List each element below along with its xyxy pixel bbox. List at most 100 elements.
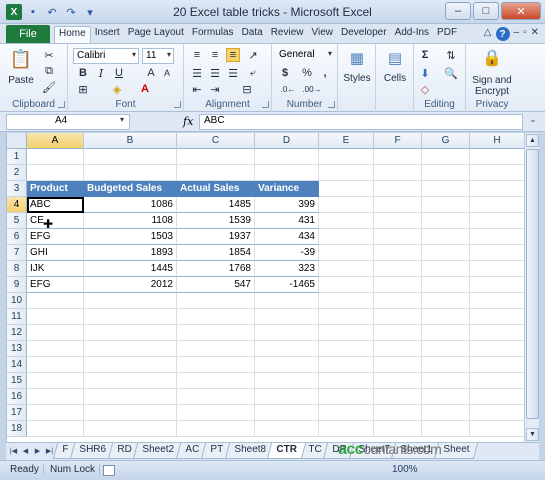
cell-f7[interactable] <box>374 245 422 261</box>
cell-a16[interactable] <box>27 389 84 405</box>
encrypt-label[interactable]: Encrypt <box>466 85 518 97</box>
vertical-scrollbar[interactable]: ▲ ▼ <box>524 133 539 442</box>
cell-f14[interactable] <box>374 357 422 373</box>
cell-d6[interactable]: 434 <box>255 229 319 245</box>
comma-style-icon[interactable]: , <box>318 66 332 80</box>
cell-g7[interactable] <box>422 245 470 261</box>
cell-c6[interactable]: 1937 <box>177 229 255 245</box>
cell-h8[interactable] <box>470 261 524 277</box>
cell-d3[interactable]: Variance <box>255 181 319 197</box>
cell-h16[interactable] <box>470 389 524 405</box>
row-header-9[interactable]: 9 <box>7 277 27 293</box>
italic-icon[interactable]: I <box>94 66 108 80</box>
cell-d14[interactable] <box>255 357 319 373</box>
cell-e1[interactable] <box>319 149 374 165</box>
maximize-button[interactable]: □ <box>473 2 499 20</box>
cell-d17[interactable] <box>255 405 319 421</box>
decrease-indent-icon[interactable]: ⇤ <box>190 82 204 96</box>
cell-b18[interactable] <box>84 421 177 437</box>
cell-a8[interactable]: IJK <box>27 261 84 277</box>
cell-a18[interactable] <box>27 421 84 437</box>
cell-c8[interactable]: 1768 <box>177 261 255 277</box>
tab-developer[interactable]: Developer <box>337 26 391 43</box>
cells-button[interactable]: Cells <box>378 72 412 84</box>
cell-h18[interactable] <box>470 421 524 437</box>
cell-g15[interactable] <box>422 373 470 389</box>
column-header-a[interactable]: A <box>27 133 84 149</box>
cell-a1[interactable] <box>27 149 84 165</box>
cell-h5[interactable] <box>470 213 524 229</box>
cell-h11[interactable] <box>470 309 524 325</box>
cell-f11[interactable] <box>374 309 422 325</box>
cell-a11[interactable] <box>27 309 84 325</box>
minimize-ribbon-icon[interactable]: △ <box>484 27 492 41</box>
minimize-button[interactable]: – <box>445 2 471 20</box>
percent-icon[interactable]: % <box>300 66 314 80</box>
first-sheet-icon[interactable]: |◀ <box>8 445 19 458</box>
cell-c13[interactable] <box>177 341 255 357</box>
format-painter-icon[interactable]: 🖌 <box>42 80 56 94</box>
cell-a15[interactable] <box>27 373 84 389</box>
cell-d15[interactable] <box>255 373 319 389</box>
cell-d10[interactable] <box>255 293 319 309</box>
cell-c5[interactable]: 1539 <box>177 213 255 229</box>
cell-h3[interactable] <box>470 181 524 197</box>
number-format-select[interactable]: General <box>276 48 334 64</box>
cell-e10[interactable] <box>319 293 374 309</box>
fill-color-icon[interactable]: ◈ <box>110 82 124 96</box>
font-color-icon[interactable]: A <box>138 82 152 96</box>
cell-a5[interactable]: CE <box>27 213 84 229</box>
cell-b9[interactable]: 2012 <box>84 277 177 293</box>
cell-f2[interactable] <box>374 165 422 181</box>
cell-f5[interactable] <box>374 213 422 229</box>
ribbon-minimize-icon[interactable]: – <box>514 27 520 41</box>
column-header-f[interactable]: F <box>374 133 422 149</box>
cell-e11[interactable] <box>319 309 374 325</box>
cell-c1[interactable] <box>177 149 255 165</box>
tab-page-layout[interactable]: Page Layout <box>124 26 188 43</box>
cell-e6[interactable] <box>319 229 374 245</box>
alignment-launcher-icon[interactable] <box>262 101 269 108</box>
cell-g10[interactable] <box>422 293 470 309</box>
clear-icon[interactable]: ◇ <box>418 82 432 96</box>
cell-b7[interactable]: 1893 <box>84 245 177 261</box>
cell-g8[interactable] <box>422 261 470 277</box>
merge-center-icon[interactable]: ⊟ <box>240 82 254 96</box>
borders-icon[interactable]: ⊞ <box>76 82 90 96</box>
row-header-14[interactable]: 14 <box>7 357 27 373</box>
cell-g16[interactable] <box>422 389 470 405</box>
shrink-font-icon[interactable]: A <box>160 66 174 80</box>
help-icon[interactable]: ? <box>495 27 510 41</box>
cell-d13[interactable] <box>255 341 319 357</box>
cell-b13[interactable] <box>84 341 177 357</box>
middle-align-icon[interactable]: ≡ <box>208 48 222 62</box>
cell-f18[interactable] <box>374 421 422 437</box>
cell-c10[interactable] <box>177 293 255 309</box>
cell-e15[interactable] <box>319 373 374 389</box>
ribbon-restore-icon[interactable]: ▫ <box>523 27 527 41</box>
cell-a6[interactable]: EFG <box>27 229 84 245</box>
zoom-level[interactable]: 100% <box>392 464 418 475</box>
cell-d4[interactable]: 399 <box>255 197 319 213</box>
clipboard-launcher-icon[interactable] <box>58 101 65 108</box>
cell-b6[interactable]: 1503 <box>84 229 177 245</box>
cell-e7[interactable] <box>319 245 374 261</box>
cell-h14[interactable] <box>470 357 524 373</box>
cell-b10[interactable] <box>84 293 177 309</box>
cell-b1[interactable] <box>84 149 177 165</box>
close-button[interactable]: ✕ <box>501 2 541 20</box>
cell-g4[interactable] <box>422 197 470 213</box>
row-header-1[interactable]: 1 <box>7 149 27 165</box>
scroll-up-icon[interactable]: ▲ <box>526 134 539 147</box>
cell-c14[interactable] <box>177 357 255 373</box>
cell-d11[interactable] <box>255 309 319 325</box>
cell-f13[interactable] <box>374 341 422 357</box>
column-header-d[interactable]: D <box>255 133 319 149</box>
number-launcher-icon[interactable] <box>328 101 335 108</box>
cell-f10[interactable] <box>374 293 422 309</box>
font-name-select[interactable]: Calibri <box>73 48 139 64</box>
cell-d5[interactable]: 431 <box>255 213 319 229</box>
cell-f8[interactable] <box>374 261 422 277</box>
font-launcher-icon[interactable] <box>174 101 181 108</box>
row-header-13[interactable]: 13 <box>7 341 27 357</box>
